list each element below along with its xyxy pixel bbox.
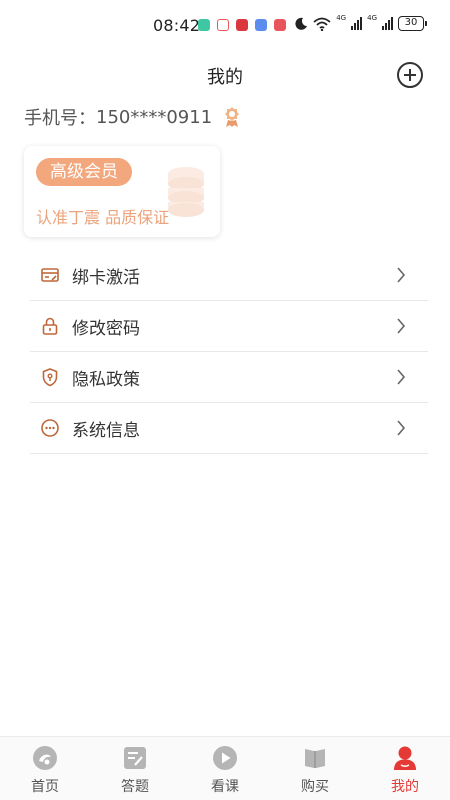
bottom-tab-bar: 首页 答题 看课 购买 我的 (0, 736, 450, 800)
signal-icon (382, 17, 393, 30)
menu-item-change-password[interactable]: 修改密码 (30, 301, 428, 352)
status-time: 08:42 (153, 16, 201, 35)
menu-item-privacy-policy[interactable]: 隐私政策 (30, 352, 428, 403)
tab-label: 答题 (121, 779, 149, 795)
member-card[interactable]: 高级会员 认准丁震 品质保证 (24, 146, 220, 237)
app-notification-icon (236, 19, 248, 31)
medal-icon (225, 107, 240, 127)
network-type: 4G (336, 14, 347, 22)
moon-icon (295, 17, 308, 30)
phone-value: 150****0911 (96, 106, 213, 128)
app-notification-icon (274, 19, 286, 31)
app-notification-icon (217, 19, 229, 31)
book-icon (305, 749, 325, 768)
tab-label: 首页 (31, 779, 59, 795)
menu-item-label: 修改密码 (72, 318, 140, 339)
phone-label: 手机号： (24, 108, 96, 129)
tab-label: 我的 (391, 779, 419, 795)
menu-item-label: 绑卡激活 (72, 267, 140, 288)
tab-home[interactable]: 首页 (0, 737, 90, 800)
page-title: 我的 (207, 67, 243, 88)
plus-circle-icon[interactable] (397, 62, 423, 88)
notification-icons (198, 19, 286, 31)
play-icon (213, 746, 237, 770)
tab-mine[interactable]: 我的 (360, 737, 450, 800)
signal-icon (351, 17, 363, 30)
account-phone: 手机号： 150****0911 (24, 104, 242, 130)
tab-answer[interactable]: 答题 (90, 737, 180, 800)
battery-icon: 30 (398, 16, 427, 31)
member-slogan: 认准丁震 品质保证 (36, 208, 170, 227)
chevron-right-icon (397, 318, 406, 334)
menu-item-label: 系统信息 (72, 420, 140, 441)
tab-watch-course[interactable]: 看课 (180, 737, 270, 800)
home-icon (33, 746, 57, 770)
answer-icon (124, 747, 146, 769)
lock-icon (42, 317, 58, 335)
app-notification-icon (198, 19, 210, 31)
tab-label: 购买 (301, 779, 329, 795)
shield-icon (42, 368, 58, 387)
card-edit-icon (41, 268, 59, 282)
user-icon (394, 746, 416, 770)
wifi-icon (313, 17, 331, 31)
status-bar: 08:42 4G 4G 30 (0, 0, 450, 52)
app-notification-icon (255, 19, 267, 31)
status-indicators: 4G 4G 30 (294, 14, 427, 31)
chevron-right-icon (397, 420, 406, 436)
menu-item-system-info[interactable]: 系统信息 (30, 403, 428, 454)
tab-label: 看课 (211, 779, 239, 795)
menu-item-bind-card[interactable]: 绑卡激活 (30, 250, 428, 301)
member-level-badge: 高级会员 (36, 158, 132, 186)
settings-menu: 绑卡激活 修改密码 隐私政策 系统信息 (30, 250, 428, 454)
chevron-right-icon (397, 267, 406, 283)
menu-item-label: 隐私政策 (72, 369, 140, 390)
tab-purchase[interactable]: 购买 (270, 737, 360, 800)
chevron-right-icon (397, 369, 406, 385)
more-dots-icon (41, 419, 59, 437)
network-type: 4G (367, 14, 377, 22)
